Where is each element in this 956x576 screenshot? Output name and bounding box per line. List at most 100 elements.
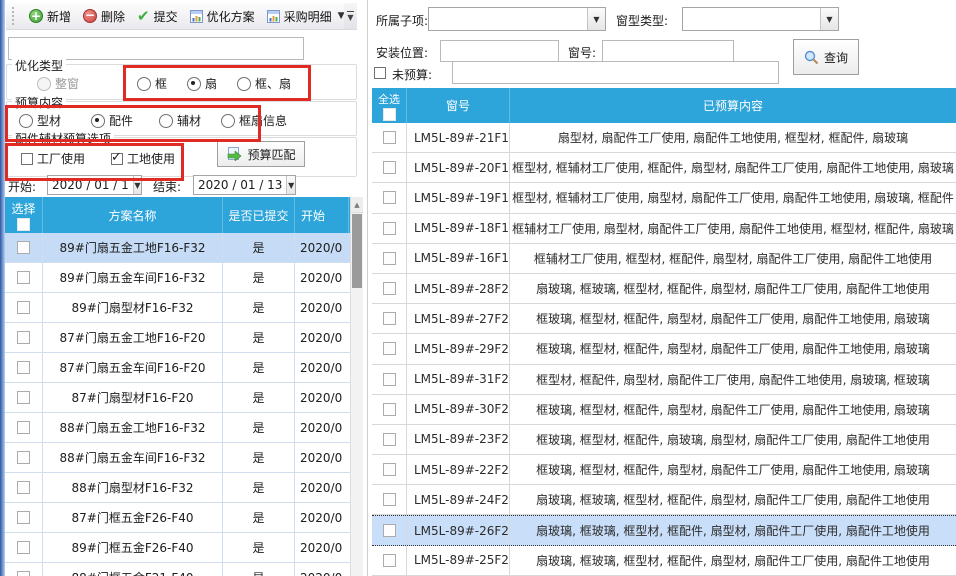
add-button[interactable]: + 新增 — [23, 5, 77, 28]
radio-auxiliary[interactable]: 辅材 — [159, 112, 201, 129]
chevron-down-icon[interactable]: ▼ — [133, 176, 141, 194]
toolbar-overflow-button[interactable]: ▼ — [344, 3, 357, 29]
table-row[interactable]: LM5L-89#-28F26扇玻璃, 框玻璃, 框型材, 框配件, 扇型材, 扇… — [372, 274, 956, 304]
row-checkbox[interactable] — [383, 131, 396, 144]
table-row[interactable]: 87#门扇型材F16-F20是2020/0 — [5, 383, 350, 413]
radio-sash[interactable]: 扇 — [187, 75, 217, 92]
budget-match-button[interactable]: 预算匹配 — [217, 141, 305, 167]
chevron-down-icon[interactable]: ▼ — [286, 176, 295, 194]
query-button[interactable]: 查询 — [793, 39, 859, 75]
row-checkbox[interactable] — [17, 241, 30, 254]
table-row[interactable]: 88#门框五金F21-F40是2020/0 — [5, 563, 350, 576]
panel-divider[interactable] — [367, 0, 368, 576]
radio-icon[interactable] — [237, 77, 251, 91]
radio-icon[interactable] — [19, 114, 33, 128]
row-checkbox[interactable] — [17, 361, 30, 374]
radio-icon[interactable] — [37, 77, 51, 91]
chevron-down-icon[interactable]: ▼ — [820, 8, 838, 30]
window-type-select[interactable]: ▼ — [682, 7, 839, 31]
budgeted-content-column-header[interactable]: 已预算内容 — [510, 88, 956, 123]
row-checkbox[interactable] — [383, 403, 396, 416]
row-checkbox[interactable] — [17, 301, 30, 314]
row-checkbox[interactable] — [383, 282, 396, 295]
table-row[interactable]: LM5L-89#-16F15框辅材工厂使用, 框型材, 框配件, 扇型材, 扇配… — [372, 244, 956, 274]
row-checkbox[interactable] — [383, 493, 396, 506]
row-checkbox[interactable] — [17, 271, 30, 284]
row-checkbox[interactable] — [17, 331, 30, 344]
start-column-header[interactable]: 开始 — [295, 197, 349, 233]
row-checkbox[interactable] — [17, 451, 30, 464]
window-no-input[interactable] — [602, 40, 734, 62]
row-checkbox[interactable] — [17, 421, 30, 434]
radio-frame[interactable]: 框 — [137, 75, 167, 92]
table-row[interactable]: 89#门扇型材F16-F32是2020/0 — [5, 293, 350, 323]
unbudgeted-checkbox[interactable] — [374, 67, 386, 79]
row-checkbox[interactable] — [383, 312, 396, 325]
radio-accessory[interactable]: 配件 — [91, 112, 133, 129]
radio-whole-window[interactable]: 整窗 — [37, 75, 79, 92]
radio-frame-sash[interactable]: 框、扇 — [237, 75, 291, 92]
checkbox-site-use[interactable]: 工地使用 — [111, 150, 175, 167]
table-row[interactable]: 89#门框五金F26-F40是2020/0 — [5, 533, 350, 563]
table-row[interactable]: LM5L-89#-24F22扇玻璃, 框玻璃, 框型材, 框配件, 扇型材, 扇… — [372, 485, 956, 515]
table-row[interactable]: 87#门扇五金工地F16-F20是2020/0 — [5, 323, 350, 353]
row-checkbox[interactable] — [17, 571, 30, 576]
radio-icon[interactable] — [187, 77, 201, 91]
row-checkbox[interactable] — [17, 511, 30, 524]
scroll-up-icon[interactable]: ▲ — [351, 197, 363, 213]
purchase-detail-button[interactable]: 采购明细 ▼ — [261, 5, 351, 28]
table-row[interactable]: 87#门框五金F26-F40是2020/0 — [5, 503, 350, 533]
sub-item-select[interactable]: ▼ — [428, 7, 606, 31]
table-row[interactable]: LM5L-89#-31F29框型材, 框配件, 扇型材, 扇配件工厂使用, 扇配… — [372, 365, 956, 395]
chevron-down-icon[interactable]: ▼ — [587, 8, 605, 30]
scrollbar-thumb[interactable] — [352, 214, 362, 288]
radio-icon[interactable] — [137, 77, 151, 91]
select-all-checkbox[interactable] — [17, 218, 30, 231]
table-row[interactable]: LM5L-89#-27F25框玻璃, 框型材, 框配件, 扇型材, 扇配件工厂使… — [372, 304, 956, 334]
checkbox-factory-use[interactable]: 工厂使用 — [21, 150, 85, 167]
table-row[interactable]: LM5L-89#-30F28框玻璃, 框型材, 框配件, 扇型材, 扇配件工厂使… — [372, 395, 956, 425]
window-no-column-header[interactable]: 窗号 — [407, 88, 510, 123]
optimize-plan-button[interactable]: 优化方案 — [184, 5, 261, 28]
row-checkbox[interactable] — [383, 342, 396, 355]
checkbox-icon[interactable] — [21, 153, 33, 165]
radio-icon[interactable] — [91, 114, 105, 128]
unbudgeted-input[interactable] — [452, 61, 779, 84]
row-checkbox[interactable] — [17, 391, 30, 404]
table-row[interactable]: LM5L-89#-22F20框玻璃, 框型材, 框配件, 扇型材, 扇配件工厂使… — [372, 455, 956, 485]
install-position-input[interactable] — [440, 40, 559, 62]
table-row[interactable]: 88#门扇五金车间F16-F32是2020/0 — [5, 443, 350, 473]
row-checkbox[interactable] — [383, 373, 396, 386]
table-row[interactable]: 89#门扇五金工地F16-F32是2020/0 — [5, 233, 350, 263]
submit-button[interactable]: ✔ 提交 — [131, 5, 184, 28]
row-checkbox[interactable] — [383, 252, 396, 265]
table-row[interactable]: 89#门扇五金车间F16-F32是2020/0 — [5, 263, 350, 293]
row-checkbox[interactable] — [383, 161, 396, 174]
toolbar-grip[interactable] — [12, 7, 17, 25]
table-row[interactable]: LM5L-89#-19F17框型材, 框辅材工厂使用, 扇型材, 扇配件工厂使用… — [372, 183, 956, 213]
select-all-checkbox[interactable] — [383, 108, 396, 121]
table-row[interactable]: LM5L-89#-21F19扇型材, 扇配件工厂使用, 扇配件工地使用, 框型材… — [372, 123, 956, 153]
row-checkbox[interactable] — [383, 524, 396, 537]
table-row[interactable]: 88#门扇五金工地F16-F32是2020/0 — [5, 413, 350, 443]
row-checkbox[interactable] — [17, 541, 30, 554]
table-row[interactable]: LM5L-89#-18F16框辅材工厂使用, 扇型材, 扇配件工厂使用, 扇配件… — [372, 214, 956, 244]
submitted-column-header[interactable]: 是否已提交 — [223, 197, 295, 233]
table-row[interactable]: LM5L-89#-26F24扇玻璃, 框玻璃, 框型材, 框配件, 扇型材, 扇… — [372, 515, 956, 545]
table-row[interactable]: LM5L-89#-23F21框玻璃, 框型材, 框配件, 扇玻璃, 扇型材, 扇… — [372, 425, 956, 455]
row-checkbox[interactable] — [17, 481, 30, 494]
start-date-picker[interactable]: 2020 / 01 / 1 ▼ — [47, 175, 142, 195]
plan-table-scrollbar[interactable]: ▲ — [350, 197, 363, 576]
row-checkbox[interactable] — [383, 222, 396, 235]
row-checkbox[interactable] — [383, 554, 396, 567]
row-checkbox[interactable] — [383, 433, 396, 446]
table-row[interactable]: LM5L-89#-25F23扇玻璃, 框玻璃, 框型材, 框配件, 扇型材, 扇… — [372, 546, 956, 576]
table-row[interactable]: 87#门扇五金车间F16-F20是2020/0 — [5, 353, 350, 383]
row-checkbox[interactable] — [383, 463, 396, 476]
plan-name-column-header[interactable]: 方案名称 — [43, 197, 223, 233]
delete-button[interactable]: − 删除 — [77, 5, 131, 28]
radio-icon[interactable] — [221, 114, 235, 128]
table-row[interactable]: LM5L-89#-29F27框玻璃, 框型材, 框配件, 扇型材, 扇配件工厂使… — [372, 334, 956, 364]
end-date-picker[interactable]: 2020 / 01 / 13 ▼ — [193, 175, 296, 195]
radio-profile[interactable]: 型材 — [19, 112, 61, 129]
